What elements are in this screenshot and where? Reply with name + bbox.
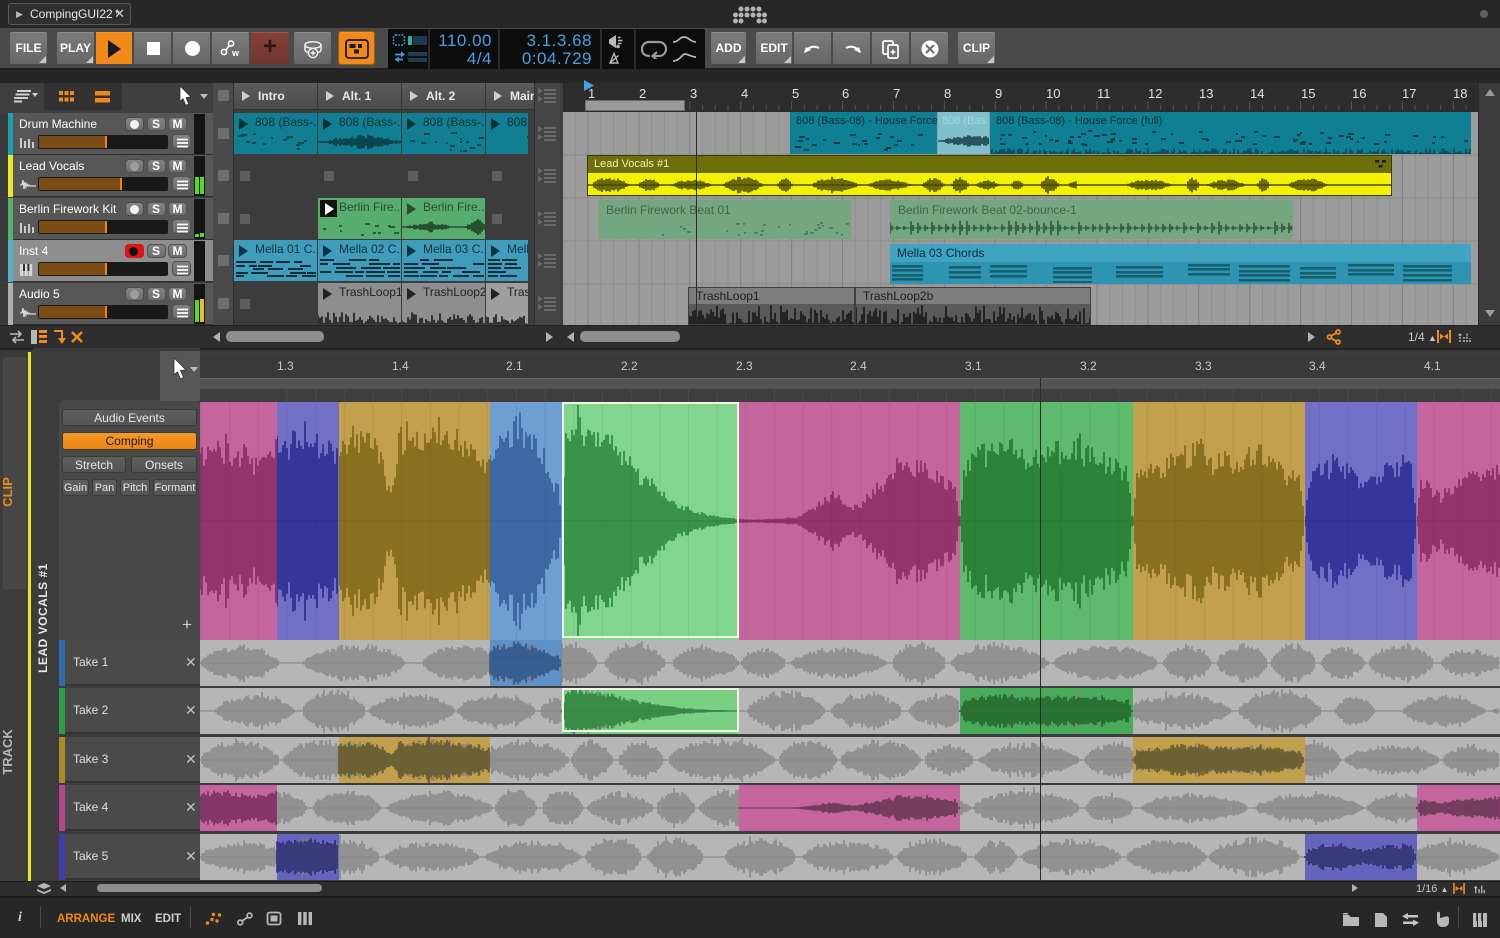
- svg-text:w: w: [231, 48, 240, 58]
